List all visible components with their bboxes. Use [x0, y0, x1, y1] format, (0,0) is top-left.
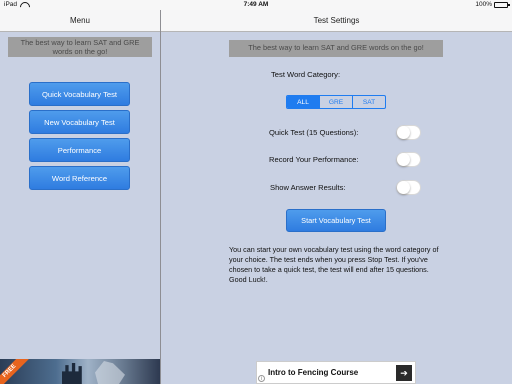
menu-title: Menu: [69, 16, 90, 25]
menu-pane: The best way to learn SAT and GRE words …: [0, 33, 160, 384]
record-performance-label: Record Your Performance:: [269, 155, 359, 164]
instructions-text: You can start your own vocabulary test u…: [229, 245, 439, 284]
free-badge: FREE: [0, 359, 29, 384]
settings-tagline: The best way to learn SAT and GRE words …: [229, 40, 443, 57]
quick-vocabulary-test-button[interactable]: Quick Vocabulary Test: [29, 82, 130, 106]
category-segmented-control[interactable]: ALL GRE SAT: [286, 95, 386, 109]
menu-tagline: The best way to learn SAT and GRE words …: [8, 37, 152, 57]
dragon-image: [95, 361, 125, 384]
menu-nav-bar: Menu: [0, 10, 160, 32]
word-reference-button[interactable]: Word Reference: [29, 166, 130, 190]
status-bar: iPad 7:49 AM 100%: [0, 0, 512, 10]
category-label: Test Word Category:: [271, 70, 341, 79]
toggle-knob: [397, 126, 410, 139]
battery-percent: 100%: [475, 1, 492, 8]
show-answers-toggle[interactable]: [396, 180, 421, 195]
segment-gre[interactable]: GRE: [319, 96, 352, 108]
settings-title: Test Settings: [313, 16, 360, 25]
castle-image: [62, 363, 82, 384]
quick-test-toggle[interactable]: [396, 125, 421, 140]
battery-icon: [494, 1, 510, 8]
arrow-right-icon[interactable]: ➔: [396, 365, 412, 381]
record-performance-toggle[interactable]: [396, 152, 421, 167]
performance-button[interactable]: Performance: [29, 138, 130, 162]
left-ad-banner[interactable]: FREE: [0, 359, 160, 384]
right-ad-banner[interactable]: Intro to Fencing Course ➔ i: [256, 361, 416, 384]
info-icon[interactable]: i: [258, 375, 265, 382]
start-vocabulary-test-button[interactable]: Start Vocabulary Test: [286, 209, 386, 232]
show-answers-label: Show Answer Results:: [270, 183, 346, 192]
toggle-knob: [397, 181, 410, 194]
clock: 7:49 AM: [243, 1, 269, 8]
toggle-knob: [397, 153, 410, 166]
quick-test-label: Quick Test (15 Questions):: [269, 128, 359, 137]
split-divider: [160, 10, 161, 384]
ad-title: Intro to Fencing Course: [268, 368, 359, 377]
new-vocabulary-test-button[interactable]: New Vocabulary Test: [29, 110, 130, 134]
settings-nav-bar: Test Settings: [161, 10, 512, 32]
segment-all[interactable]: ALL: [287, 96, 319, 108]
segment-sat[interactable]: SAT: [352, 96, 385, 108]
